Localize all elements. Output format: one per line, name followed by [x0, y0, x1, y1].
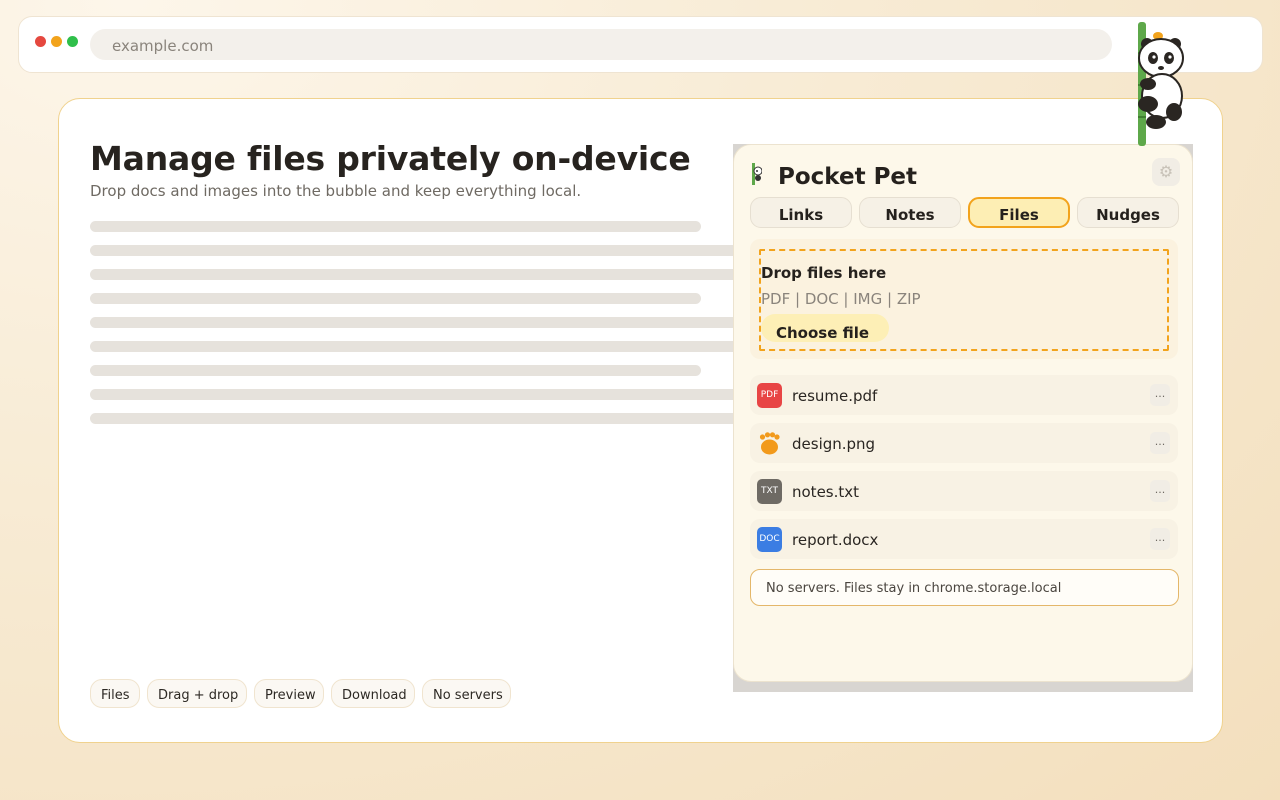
placeholder-line [90, 293, 701, 304]
file-name: resume.pdf [792, 387, 878, 405]
popup-title: Pocket Pet [778, 164, 918, 190]
minimize-window-button[interactable] [51, 36, 62, 47]
feature-chip: Files [90, 679, 140, 708]
dropzone-title: Drop files here [761, 264, 887, 282]
close-window-button[interactable] [35, 36, 46, 47]
choose-file-button[interactable]: Choose file [761, 314, 889, 342]
tab-notes[interactable]: Notes [859, 197, 961, 228]
pdf-file-icon: PDF [757, 383, 782, 408]
feature-chip: Preview [254, 679, 324, 708]
doc-file-icon: DOC [757, 527, 782, 552]
file-name: design.png [792, 435, 876, 453]
file-name: notes.txt [792, 483, 860, 501]
feature-chip: Download [331, 679, 415, 708]
dropzone-container: Drop files here PDF | DOC | IMG | ZIP Ch… [750, 239, 1178, 359]
file-row[interactable]: DOC report.docx ... [750, 519, 1178, 559]
file-more-button[interactable]: ... [1150, 384, 1170, 406]
settings-gear-icon[interactable]: ⚙ [1152, 158, 1180, 186]
file-row[interactable]: PDF resume.pdf ... [750, 375, 1178, 415]
feature-chip: Drag + drop [147, 679, 247, 708]
file-dropzone[interactable]: Drop files here PDF | DOC | IMG | ZIP Ch… [759, 249, 1169, 351]
file-row[interactable]: TXT notes.txt ... [750, 471, 1178, 511]
browser-toolbar: example.com [18, 16, 1263, 73]
dropzone-formats: PDF | DOC | IMG | ZIP [761, 290, 921, 308]
paw-image-icon [759, 432, 780, 455]
panda-logo-icon [752, 163, 762, 185]
file-more-button[interactable]: ... [1150, 432, 1170, 454]
address-bar[interactable]: example.com [90, 29, 1112, 60]
placeholder-line [90, 365, 701, 376]
page-subtitle: Drop docs and images into the bubble and… [90, 182, 582, 200]
file-more-button[interactable]: ... [1150, 480, 1170, 502]
panda-mascot-icon [1138, 22, 1184, 146]
tab-links[interactable]: Links [750, 197, 852, 228]
txt-file-icon: TXT [757, 479, 782, 504]
tab-nudges[interactable]: Nudges [1077, 197, 1179, 228]
tab-files[interactable]: Files [968, 197, 1070, 228]
maximize-window-button[interactable] [67, 36, 78, 47]
file-more-button[interactable]: ... [1150, 528, 1170, 550]
file-row[interactable]: design.png ... [750, 423, 1178, 463]
feature-chip: No servers [422, 679, 511, 708]
privacy-note: No servers. Files stay in chrome.storage… [750, 569, 1179, 606]
file-name: report.docx [792, 531, 879, 549]
page-title: Manage files privately on-device [90, 139, 691, 178]
placeholder-line [90, 221, 701, 232]
pocket-pet-popup: Pocket Pet ⚙ Links Notes Files Nudges Dr… [733, 144, 1193, 682]
